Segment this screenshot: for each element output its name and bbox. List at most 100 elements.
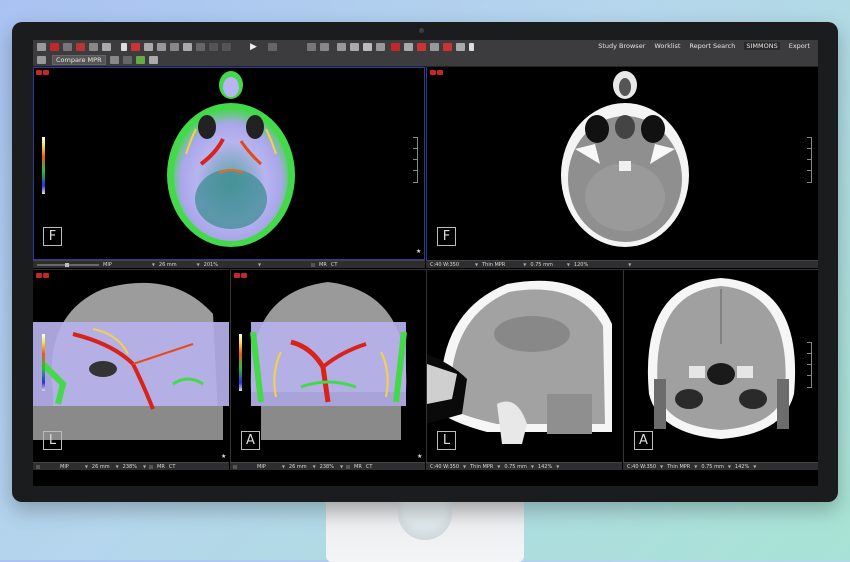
- status-thickness[interactable]: 0.75 mm: [701, 464, 723, 470]
- status-mode[interactable]: Thin MPR: [470, 464, 493, 470]
- chevron-down-icon[interactable]: ▼: [556, 464, 559, 469]
- nav-study-browser[interactable]: Study Browser: [598, 42, 645, 50]
- window-level-icon[interactable]: [131, 42, 140, 51]
- chevron-down-icon[interactable]: ▼: [313, 464, 316, 469]
- status-mode[interactable]: Thin MPR: [482, 262, 505, 268]
- fusion-icon[interactable]: [109, 55, 119, 64]
- report-icon[interactable]: [148, 55, 158, 64]
- chevron-down-icon[interactable]: ▼: [694, 464, 697, 469]
- vessel-analysis-icon[interactable]: [135, 55, 145, 64]
- camera-capture-icon[interactable]: [102, 42, 111, 51]
- chevron-down-icon[interactable]: ▼: [282, 464, 285, 469]
- marker-icon[interactable]: [417, 42, 426, 51]
- delete-icon[interactable]: [76, 42, 85, 51]
- status-tag-mr[interactable]: MR: [319, 262, 327, 268]
- nav-export[interactable]: Export: [789, 42, 810, 50]
- annotation-icon[interactable]: [209, 42, 218, 51]
- chevron-down-icon[interactable]: ▼: [660, 464, 663, 469]
- status-thickness[interactable]: 26 mm: [92, 464, 110, 470]
- status-thickness[interactable]: 0.75 mm: [530, 262, 552, 268]
- edit-icon[interactable]: [37, 55, 46, 64]
- status-zoom[interactable]: 142%: [735, 464, 749, 470]
- status-zoom[interactable]: 238%: [320, 464, 334, 470]
- status-tag-mr[interactable]: MR: [354, 464, 362, 470]
- status-mode[interactable]: Thin MPR: [667, 464, 690, 470]
- viewport-coronal-fusion[interactable]: A ★: [230, 269, 426, 463]
- undo-icon[interactable]: [430, 42, 439, 51]
- nav-worklist[interactable]: Worklist: [654, 42, 680, 50]
- status-zoom[interactable]: 120%: [574, 262, 588, 268]
- nav-user-simmons[interactable]: SIMMONS: [744, 42, 780, 50]
- chevron-down-icon[interactable]: ▼: [728, 464, 731, 469]
- measure-icon[interactable]: [183, 42, 192, 51]
- chevron-down-icon[interactable]: ▼: [197, 262, 200, 267]
- status-window[interactable]: C:40 W:350: [627, 464, 656, 470]
- chevron-down-icon[interactable]: ▼: [258, 262, 261, 267]
- viewport-sagittal-ct[interactable]: L: [426, 269, 623, 463]
- settings-icon[interactable]: [404, 42, 413, 51]
- volume-icon[interactable]: [122, 55, 132, 64]
- folder-icon[interactable]: [63, 42, 72, 51]
- chevron-down-icon[interactable]: ▼: [143, 464, 146, 469]
- cine-icon[interactable]: [268, 42, 277, 51]
- link-icon[interactable]: [337, 42, 346, 51]
- status-window[interactable]: C:40 W:350: [430, 262, 459, 268]
- viewport-axial-fusion[interactable]: F ★: [33, 67, 425, 260]
- series-icon[interactable]: [50, 42, 59, 51]
- star-icon[interactable]: ★: [416, 248, 421, 255]
- chevron-down-icon[interactable]: ▼: [85, 464, 88, 469]
- chevron-down-icon[interactable]: ▼: [531, 464, 534, 469]
- status-zoom[interactable]: 142%: [538, 464, 552, 470]
- chevron-down-icon[interactable]: ▼: [628, 262, 631, 267]
- status-zoom[interactable]: 201%: [204, 262, 218, 268]
- status-tag-ct[interactable]: CT: [331, 262, 338, 268]
- slider-icon[interactable]: [233, 464, 237, 469]
- chevron-down-icon[interactable]: ▼: [475, 262, 478, 267]
- status-zoom[interactable]: 238%: [123, 464, 137, 470]
- star-icon[interactable]: ★: [417, 453, 422, 460]
- chevron-down-icon[interactable]: ▼: [523, 262, 526, 267]
- slice-slider[interactable]: [37, 262, 99, 267]
- rotate-icon[interactable]: [170, 42, 179, 51]
- angle-icon[interactable]: [196, 42, 205, 51]
- viewport-coronal-ct[interactable]: A: [623, 269, 818, 463]
- vessel-tool-icon[interactable]: [443, 42, 452, 51]
- lut-icon[interactable]: [311, 262, 316, 267]
- print-icon[interactable]: [89, 42, 98, 51]
- zoom-icon[interactable]: [144, 42, 153, 51]
- viewport-axial-ct[interactable]: F: [426, 67, 818, 260]
- status-mode[interactable]: MIP: [257, 464, 266, 470]
- slider-icon[interactable]: [36, 464, 40, 469]
- sync-icon[interactable]: [376, 42, 385, 51]
- compare-mpr-tab[interactable]: Compare MPR: [52, 54, 106, 65]
- chevron-down-icon[interactable]: ▼: [152, 262, 155, 267]
- info-icon[interactable]: [469, 42, 474, 51]
- stack-icon[interactable]: [391, 42, 400, 51]
- status-thickness[interactable]: 0.75 mm: [504, 464, 526, 470]
- chevron-down-icon[interactable]: ▼: [753, 464, 756, 469]
- play-icon[interactable]: ▶: [249, 42, 258, 51]
- pan-icon[interactable]: [157, 42, 166, 51]
- status-thickness[interactable]: 26 mm: [159, 262, 177, 268]
- star-icon[interactable]: ★: [221, 453, 226, 460]
- chevron-down-icon[interactable]: ▼: [567, 262, 570, 267]
- lut-icon[interactable]: [346, 464, 351, 469]
- viewport-sagittal-fusion[interactable]: L ★: [33, 269, 229, 463]
- grid-layout-icon[interactable]: [37, 42, 46, 51]
- crosshair-icon[interactable]: [350, 42, 359, 51]
- roi-icon[interactable]: [222, 42, 231, 51]
- status-mode[interactable]: MIP: [60, 464, 69, 470]
- status-mode[interactable]: MIP: [103, 262, 112, 268]
- brush-icon[interactable]: [363, 42, 372, 51]
- layout-1x1-icon[interactable]: [307, 42, 316, 51]
- layout-2x2-icon[interactable]: [320, 42, 329, 51]
- status-window[interactable]: C:40 W:350: [430, 464, 459, 470]
- chevron-down-icon[interactable]: ▼: [340, 464, 343, 469]
- status-tag-ct[interactable]: CT: [366, 464, 373, 470]
- status-tag-ct[interactable]: CT: [169, 464, 176, 470]
- status-thickness[interactable]: 26 mm: [289, 464, 307, 470]
- chevron-down-icon[interactable]: ▼: [497, 464, 500, 469]
- nav-report-search[interactable]: Report Search: [689, 42, 735, 50]
- chevron-down-icon[interactable]: ▼: [116, 464, 119, 469]
- lut-icon[interactable]: [149, 464, 154, 469]
